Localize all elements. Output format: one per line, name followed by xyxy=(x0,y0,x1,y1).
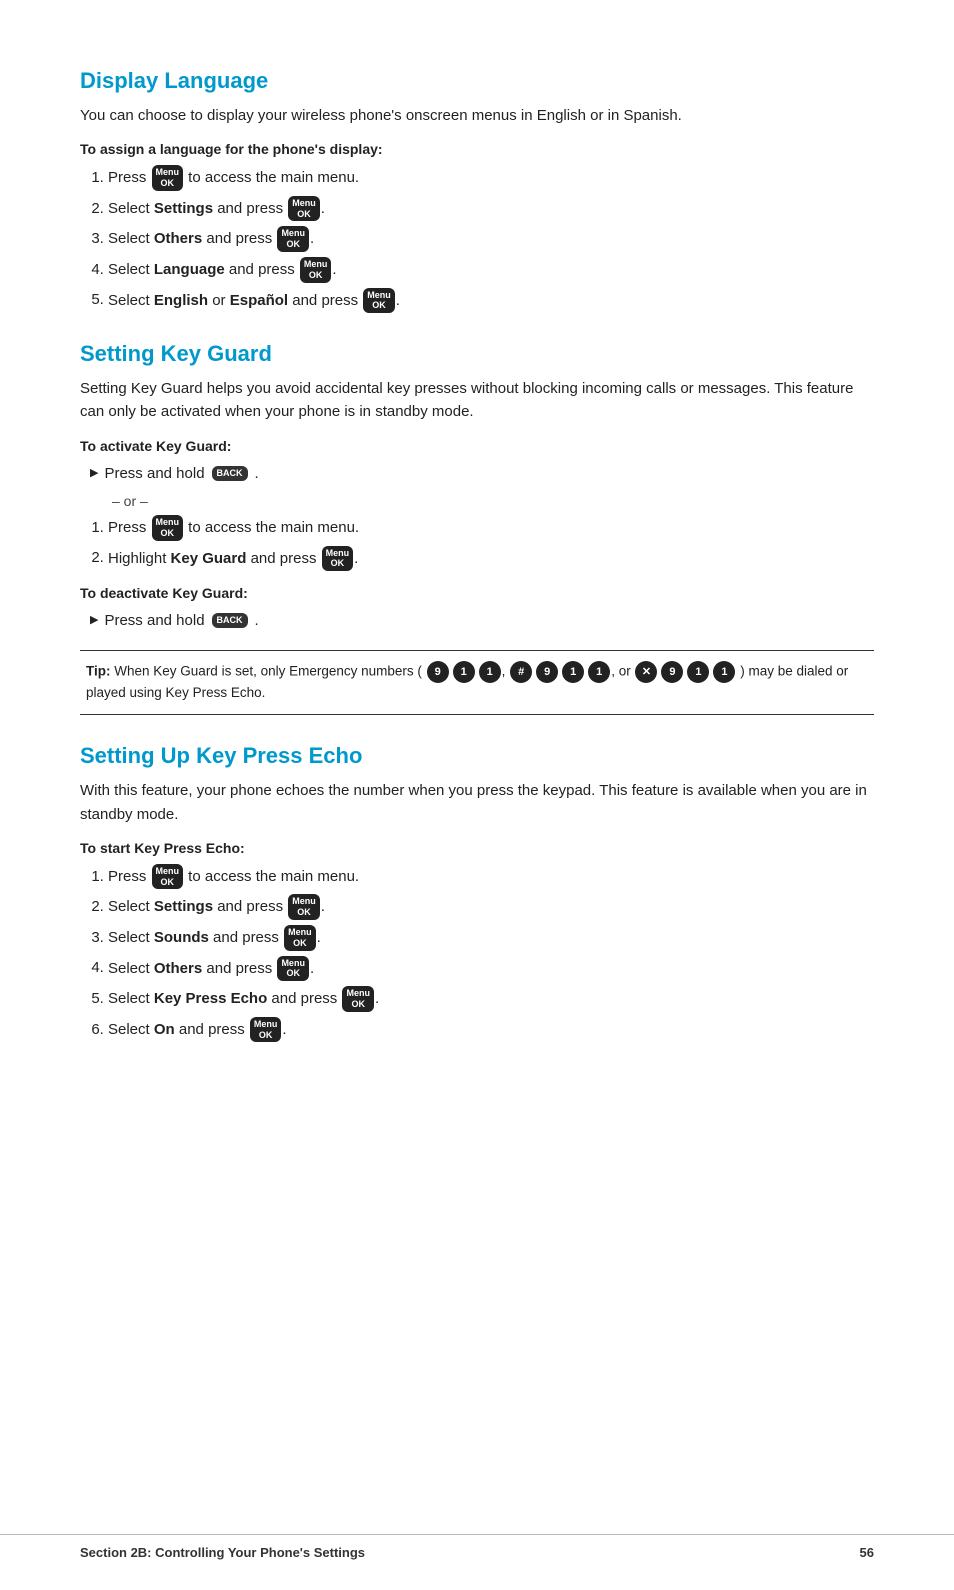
list-item: Press MenuOK to access the main menu. xyxy=(108,864,874,890)
key-guard-deactivate-bullet: Press and hold BACK. xyxy=(90,609,874,632)
list-item: Press MenuOK to access the main menu. xyxy=(108,165,874,191)
menu-key: MenuOK xyxy=(152,165,184,191)
key-1: 1 xyxy=(479,661,501,683)
key-9: 9 xyxy=(536,661,558,683)
emergency-keys-3: ✕ 9 1 1 xyxy=(634,661,736,683)
key-hash: # xyxy=(510,661,532,683)
key-1: 1 xyxy=(588,661,610,683)
list-item: Press MenuOK to access the main menu. xyxy=(108,515,874,541)
list-item: Select Sounds and press MenuOK. xyxy=(108,925,874,951)
tip-box: Tip: When Key Guard is set, only Emergen… xyxy=(80,650,874,715)
list-item: Select Key Press Echo and press MenuOK. xyxy=(108,986,874,1012)
list-item: Press and hold BACK. xyxy=(90,462,874,485)
key-press-echo-steps: Press MenuOK to access the main menu. Se… xyxy=(108,864,874,1043)
tip-text: When Key Guard is set, only Emergency nu… xyxy=(114,664,422,679)
or-separator: – or – xyxy=(112,493,874,509)
footer-page-number: 56 xyxy=(860,1545,874,1560)
list-item: Highlight Key Guard and press MenuOK. xyxy=(108,546,874,572)
tip-label: Tip: xyxy=(86,664,111,679)
list-item: Select English or Español and press Menu… xyxy=(108,288,874,314)
key-1: 1 xyxy=(687,661,709,683)
key-guard-activate-heading: To activate Key Guard: xyxy=(80,438,874,454)
display-language-subheading: To assign a language for the phone's dis… xyxy=(80,141,874,157)
key-1: 1 xyxy=(453,661,475,683)
back-key: BACK xyxy=(212,466,248,481)
menu-key: MenuOK xyxy=(322,546,354,572)
menu-key: MenuOK xyxy=(250,1017,282,1043)
section-title-key-guard: Setting Key Guard xyxy=(80,341,874,367)
list-item: Select Others and press MenuOK. xyxy=(108,956,874,982)
menu-key: MenuOK xyxy=(152,515,184,541)
key-guard-activate-bullet: Press and hold BACK. xyxy=(90,462,874,485)
menu-key: MenuOK xyxy=(363,288,395,314)
menu-key: MenuOK xyxy=(277,956,309,982)
key-9: 9 xyxy=(427,661,449,683)
list-item: Select Settings and press MenuOK. xyxy=(108,894,874,920)
key-guard-intro: Setting Key Guard helps you avoid accide… xyxy=(80,377,874,424)
list-item: Press and hold BACK. xyxy=(90,609,874,632)
footer-section-label: Section 2B: Controlling Your Phone's Set… xyxy=(80,1545,365,1560)
list-item: Select Settings and press MenuOK. xyxy=(108,196,874,222)
menu-key: MenuOK xyxy=(277,226,309,252)
list-item: Select Language and press MenuOK. xyxy=(108,257,874,283)
key-press-echo-intro: With this feature, your phone echoes the… xyxy=(80,779,874,826)
key-guard-activate-steps: Press MenuOK to access the main menu. Hi… xyxy=(108,515,874,571)
display-language-steps: Press MenuOK to access the main menu. Se… xyxy=(108,165,874,313)
key-1: 1 xyxy=(713,661,735,683)
list-item: Select On and press MenuOK. xyxy=(108,1017,874,1043)
back-key: BACK xyxy=(212,613,248,628)
menu-key: MenuOK xyxy=(288,196,320,222)
key-press-echo-subheading: To start Key Press Echo: xyxy=(80,840,874,856)
menu-key: MenuOK xyxy=(284,925,316,951)
section-title-display-language: Display Language xyxy=(80,68,874,94)
menu-key: MenuOK xyxy=(300,257,332,283)
menu-key: MenuOK xyxy=(288,894,320,920)
section-title-key-press-echo: Setting Up Key Press Echo xyxy=(80,743,874,769)
emergency-keys-2: # 9 1 1 xyxy=(509,661,611,683)
key-9: 9 xyxy=(661,661,683,683)
display-language-intro: You can choose to display your wireless … xyxy=(80,104,874,127)
emergency-keys-1: 9 1 1 xyxy=(426,661,502,683)
list-item: Select Others and press MenuOK. xyxy=(108,226,874,252)
key-guard-deactivate-heading: To deactivate Key Guard: xyxy=(80,585,874,601)
menu-key: MenuOK xyxy=(342,986,374,1012)
key-1: 1 xyxy=(562,661,584,683)
page-footer: Section 2B: Controlling Your Phone's Set… xyxy=(0,1534,954,1560)
key-star: ✕ xyxy=(635,661,657,683)
menu-key: MenuOK xyxy=(152,864,184,890)
